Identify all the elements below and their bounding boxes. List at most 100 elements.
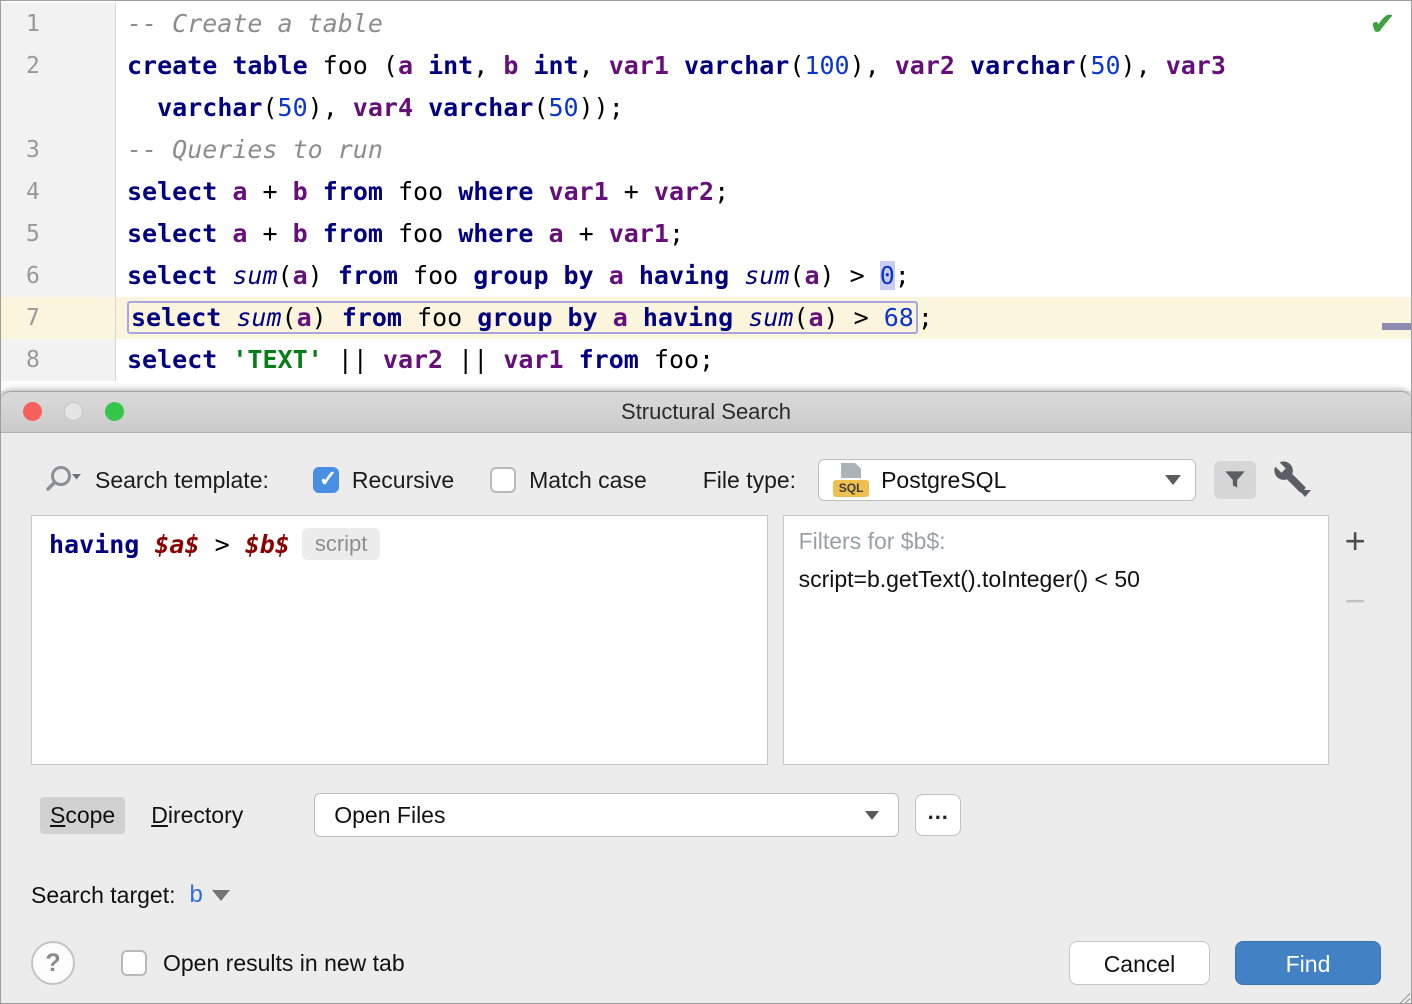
recursive-checkbox[interactable] [313,467,339,493]
filters-panel[interactable]: Filters for $b$: script=b.getText().toIn… [783,515,1330,765]
code-token [413,51,428,80]
code-token: var4 [353,93,413,122]
structural-search-dialog: Structural Search Search template: Recur… [1,391,1411,1004]
code-token: foo; [639,345,714,374]
help-button[interactable]: ? [31,941,75,985]
browse-button[interactable]: ... [915,794,961,836]
search-template-editor[interactable]: having $a$ > $b$ script [31,515,768,765]
editor-lines: 1-- Create a table2create table foo (a i… [1,3,1411,381]
code-token [217,219,232,248]
template-code[interactable]: having $a$ > $b$ [49,530,290,559]
code-token [564,345,579,374]
file-type-dropdown[interactable]: SQL PostgreSQL [818,459,1196,501]
code-token [533,219,548,248]
code-token [217,345,232,374]
code-token: ; [669,219,684,248]
search-template-label: Search template: [95,467,269,494]
code-token: + [247,219,292,248]
recursive-label[interactable]: Recursive [352,467,454,494]
code-line[interactable]: -- Queries to run [116,129,1411,171]
code-token: varchar [684,51,789,80]
code-token: ( [793,303,808,332]
scrollbar-match-mark[interactable] [1382,323,1411,330]
code-token: )); [579,93,624,122]
find-button[interactable]: Find [1235,941,1381,985]
inspections-ok-icon[interactable]: ✔ [1370,7,1395,42]
code-line[interactable]: select a + b from foo where var1 + var2; [116,171,1411,213]
template-code-line: having $a$ > $b$ script [49,528,750,560]
line-number: 5 [1,213,116,255]
directory-tab[interactable]: Directory [142,797,252,834]
code-token: b [503,51,518,80]
code-token: select [127,219,217,248]
code-token: having [639,261,729,290]
code-token: a [297,303,312,332]
cancel-button[interactable]: Cancel [1069,941,1210,985]
code-token: var1 [549,177,609,206]
code-token: a [613,303,628,332]
code-token [217,177,232,206]
code-token: varchar [157,93,262,122]
file-type-value: PostgreSQL [881,467,1006,494]
match-case-checkbox[interactable] [490,467,516,493]
match-case-label[interactable]: Match case [529,467,647,494]
search-template-history-icon[interactable] [45,463,83,497]
scope-tab[interactable]: Scope [40,797,125,834]
script-filter-badge[interactable]: script [302,528,381,560]
editor-line: 5select a + b from foo where a + var1; [1,213,1411,255]
scope-value: Open Files [334,802,445,829]
code-token [308,177,323,206]
code-token: a [808,303,823,332]
code-token: int [428,51,473,80]
sql-file-page-shape [841,463,861,478]
edit-variables-wrench-button[interactable] [1268,460,1312,500]
code-token: ; [714,177,729,206]
editor-line: 2create table foo (a int, b int, var1 va… [1,45,1411,87]
code-token [221,303,236,332]
code-token: b [293,177,308,206]
code-line[interactable]: select 'TEXT' || var2 || var1 from foo; [116,339,1411,381]
search-target-value[interactable]: b [189,881,202,909]
code-token [217,261,232,290]
line-number [1,87,116,129]
add-filter-button[interactable]: + [1345,523,1366,559]
editor-line-current: 7select sum(a) from foo group by a havin… [1,297,1411,339]
line-number: 3 [1,129,116,171]
sql-file-icon: SQL [833,462,869,498]
code-token: group by [477,303,597,332]
code-token: select [127,345,217,374]
code-token: sum [744,261,789,290]
minimize-window-button [64,402,83,421]
code-token: a [609,261,624,290]
target-chevron-down-icon[interactable] [212,890,230,901]
code-token: sum [748,303,793,332]
code-token: foo ( [308,51,398,80]
filter-script-value[interactable]: script=b.getText().toInteger() < 50 [799,566,1314,593]
dialog-titlebar[interactable]: Structural Search [1,392,1411,433]
code-token [624,261,639,290]
code-token: ( [278,261,293,290]
resize-grip[interactable] [1397,992,1410,1004]
code-token: b [293,219,308,248]
code-token: var2 [895,51,955,80]
code-token: 50 [278,93,308,122]
code-token: a [549,219,564,248]
code-line[interactable]: varchar(50), var4 varchar(50)); [116,87,1411,129]
code-token: foo [383,177,458,206]
scope-dropdown[interactable]: Open Files [314,793,899,837]
code-line[interactable]: select sum(a) from foo group by a having… [116,297,1411,339]
open-results-checkbox[interactable] [121,950,147,976]
code-token: select [127,261,217,290]
code-line[interactable]: select a + b from foo where a + var1; [116,213,1411,255]
filter-button[interactable] [1214,461,1256,499]
editor-line: 4select a + b from foo where var1 + var2… [1,171,1411,213]
close-window-button[interactable] [23,402,42,421]
code-line[interactable]: -- Create a table [116,3,1411,45]
code-line[interactable]: select sum(a) from foo group by a having… [116,255,1411,297]
code-token: var2 [654,177,714,206]
code-token: -- Create a table [127,9,383,38]
sql-editor[interactable]: 1-- Create a table2create table foo (a i… [1,1,1411,391]
zoom-window-button[interactable] [105,402,124,421]
code-line[interactable]: create table foo (a int, b int, var1 var… [116,45,1411,87]
open-results-label[interactable]: Open results in new tab [163,950,405,977]
